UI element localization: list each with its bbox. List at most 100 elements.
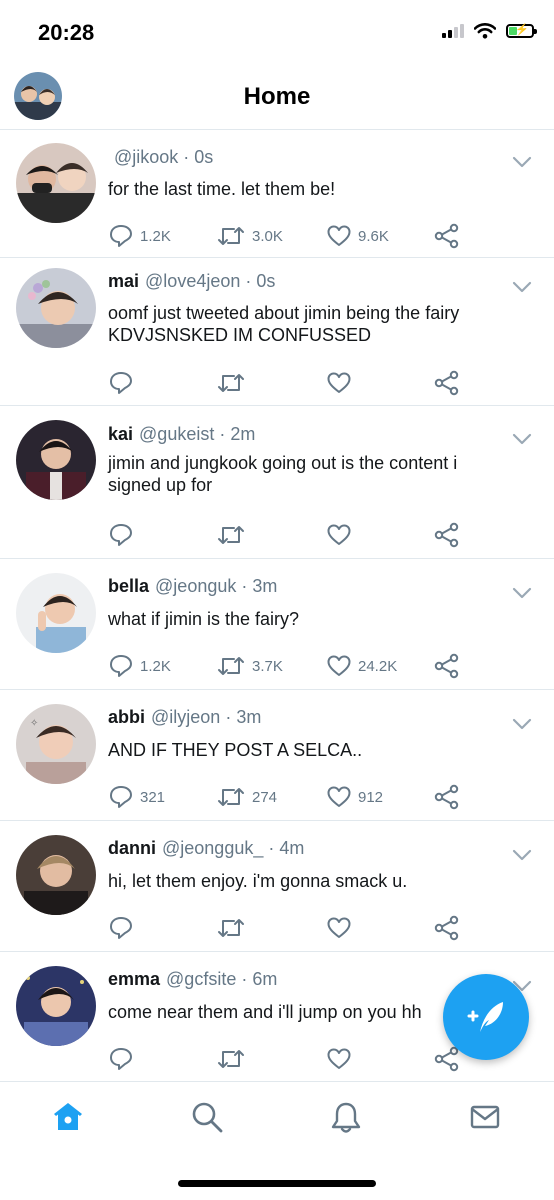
tweet-display-name[interactable]: mai (108, 271, 139, 291)
avatar[interactable] (16, 966, 96, 1046)
reply-button[interactable] (108, 370, 140, 396)
chevron-down-icon[interactable] (512, 848, 532, 862)
avatar[interactable]: ✧ (16, 704, 96, 784)
share-button[interactable] (434, 915, 460, 941)
tweet-display-name[interactable]: emma (108, 969, 160, 989)
avatar[interactable] (16, 573, 96, 653)
retweet-button[interactable]: 3.7K (216, 653, 283, 679)
timeline-feed[interactable]: @jikook · 0s for the last time. let them… (0, 131, 554, 1081)
avatar[interactable] (16, 420, 96, 500)
retweet-button[interactable]: 274 (216, 784, 277, 810)
tab-messages[interactable] (468, 1100, 502, 1134)
like-button[interactable]: 24.2K (326, 653, 397, 679)
tweet-header: mai @love4jeon · 0s (108, 271, 276, 291)
tweet-text: oomf just tweeted about jimin being the … (108, 303, 460, 345)
share-button[interactable] (434, 653, 460, 679)
share-button[interactable] (434, 223, 460, 249)
tweet-header: abbi @ilyjeon · 3m (108, 707, 262, 727)
like-button[interactable] (326, 915, 358, 941)
tweet[interactable]: kai @gukeist · 2m jimin and jungkook goin… (0, 406, 554, 559)
status-time: 20:28 (38, 20, 95, 45)
like-button[interactable] (326, 1046, 358, 1072)
reply-button[interactable] (108, 915, 140, 941)
reply-button[interactable]: 1.2K (108, 223, 171, 249)
reply-button[interactable]: 321 (108, 784, 165, 810)
tweet-handle[interactable]: @love4jeon (145, 271, 240, 291)
top-bar: Home (0, 66, 554, 130)
tweet-display-name[interactable]: kai (108, 424, 133, 444)
share-icon (434, 370, 459, 396)
reply-icon (110, 225, 132, 247)
reply-icon (110, 917, 132, 939)
retweet-button[interactable] (216, 1046, 252, 1072)
retweet-button[interactable] (216, 522, 252, 548)
chevron-down-icon[interactable] (512, 432, 532, 446)
tweet-display-name[interactable]: danni (108, 838, 156, 858)
chevron-down-icon[interactable] (512, 586, 532, 600)
tweet-text: for the last time. let them be! (108, 179, 336, 199)
like-button[interactable] (326, 370, 358, 396)
share-icon (434, 653, 459, 679)
chevron-down-icon[interactable] (512, 280, 532, 294)
tweet-actions (108, 370, 468, 396)
tab-notifications[interactable] (329, 1100, 363, 1134)
heart-icon (327, 372, 351, 393)
tweet-handle[interactable]: @jeongguk_ (162, 838, 263, 858)
chevron-down-icon[interactable] (512, 717, 532, 731)
tab-home[interactable] (51, 1100, 85, 1134)
retweet-button[interactable] (216, 915, 252, 941)
like-button[interactable] (326, 522, 358, 548)
retweet-button[interactable]: 3.0K (216, 223, 283, 249)
share-button[interactable] (434, 522, 460, 548)
tweet-handle[interactable]: @jeonguk (155, 576, 236, 596)
avatar[interactable] (16, 268, 96, 348)
tweet[interactable]: danni @jeongguk_ · 4m hi, let them enjoy.… (0, 821, 554, 952)
reply-count: 1.2K (140, 657, 171, 675)
retweet-icon (218, 1050, 244, 1068)
tweet-display-name[interactable]: abbi (108, 707, 145, 727)
tweet-header: kai @gukeist · 2m (108, 424, 256, 444)
reply-button[interactable]: 1.2K (108, 653, 171, 679)
retweet-icon (218, 526, 244, 544)
reply-button[interactable] (108, 522, 140, 548)
tweet[interactable]: mai @love4jeon · 0s oomf just tweeted abo… (0, 258, 554, 406)
tweet-actions: 321 274 912 (108, 784, 468, 810)
tweet-time: 0s (194, 147, 214, 167)
tweet-actions (108, 915, 468, 941)
like-button[interactable]: 9.6K (326, 223, 389, 249)
share-button[interactable] (434, 370, 460, 396)
tweet[interactable]: ✧ abbi @ilyjeon · 3m AND IF THEY POST A S… (0, 690, 554, 821)
tab-search[interactable] (190, 1100, 224, 1134)
avatar[interactable] (16, 143, 96, 223)
share-icon (434, 522, 459, 548)
tweet-handle[interactable]: @ilyjeon (151, 707, 220, 727)
reply-icon (110, 655, 132, 677)
home-indicator[interactable] (178, 1180, 376, 1187)
svg-text:✧: ✧ (30, 718, 38, 729)
tweet-display-name[interactable]: bella (108, 576, 149, 596)
reply-button[interactable] (108, 1046, 140, 1072)
heart-icon (327, 1048, 351, 1069)
notifications-bell-icon (331, 1102, 361, 1133)
share-button[interactable] (434, 784, 460, 810)
tweet-handle[interactable]: @jikook (114, 147, 178, 167)
wifi-icon (474, 23, 496, 39)
retweet-count: 274 (252, 788, 278, 806)
tweet-time: 4m (279, 838, 305, 858)
tweet[interactable]: @jikook · 0s for the last time. let them… (0, 131, 554, 258)
avatar[interactable] (16, 835, 96, 915)
tweet-handle[interactable]: @gcfsite (166, 969, 236, 989)
tweet[interactable]: bella @jeonguk · 3m what if jimin is the … (0, 559, 554, 690)
tweet-handle[interactable]: @gukeist (139, 424, 214, 444)
compose-tweet-button[interactable] (443, 974, 529, 1060)
retweet-icon (218, 788, 244, 806)
tweet-text: jimin and jungkook going out is the cont… (108, 453, 458, 495)
tweet-text: what if jimin is the fairy? (108, 609, 300, 629)
tweet-time: 0s (256, 271, 276, 291)
retweet-button[interactable] (216, 370, 252, 396)
status-bar: 20:28 ⚡ (0, 0, 554, 66)
like-button[interactable]: 912 (326, 784, 383, 810)
retweet-icon (218, 657, 244, 675)
chevron-down-icon[interactable] (512, 155, 532, 169)
reply-icon (110, 1048, 132, 1070)
